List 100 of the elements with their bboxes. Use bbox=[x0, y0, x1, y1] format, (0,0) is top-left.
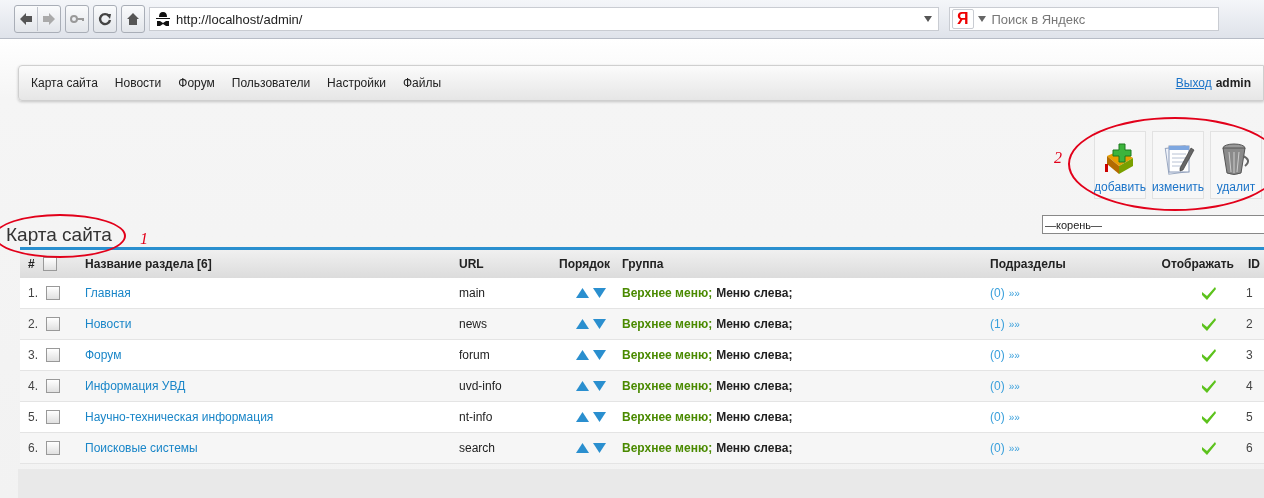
up-arrow-icon[interactable] bbox=[575, 443, 589, 453]
subsection-link[interactable]: »» bbox=[1008, 411, 1020, 423]
column-header[interactable]: Название раздела [6] bbox=[85, 257, 212, 271]
incognito-icon bbox=[156, 11, 170, 27]
row-checkbox[interactable] bbox=[46, 348, 60, 362]
row-checkbox[interactable] bbox=[46, 317, 60, 331]
subsection-count[interactable]: (0) bbox=[990, 410, 1005, 424]
down-arrow-icon[interactable] bbox=[592, 443, 606, 453]
id-text: 5 bbox=[1246, 410, 1253, 424]
page-title: Карта сайта bbox=[5, 224, 113, 247]
id-text: 1 bbox=[1246, 286, 1253, 300]
nav-link[interactable]: Форум bbox=[178, 76, 215, 90]
nav-link[interactable]: Карта сайта bbox=[31, 76, 98, 90]
down-arrow-icon[interactable] bbox=[592, 288, 606, 298]
group-label: Верхнее меню; bbox=[622, 379, 713, 393]
dropdown-icon[interactable] bbox=[924, 16, 932, 22]
group-label: Меню слева; bbox=[716, 286, 793, 300]
section-link[interactable]: Главная bbox=[85, 286, 131, 300]
column-header: URL bbox=[459, 257, 484, 271]
down-arrow-icon[interactable] bbox=[592, 350, 606, 360]
annotation-number: 2 bbox=[1054, 149, 1062, 167]
dropdown-icon[interactable] bbox=[977, 16, 986, 22]
row-checkbox[interactable] bbox=[46, 286, 60, 300]
checkmark-icon[interactable] bbox=[1202, 317, 1216, 331]
annotation-number: 1 bbox=[140, 230, 148, 248]
column-header: ID bbox=[1248, 257, 1260, 271]
search-field[interactable]: Я Поиск в Яндекс bbox=[949, 7, 1219, 31]
logout-link[interactable]: Выход bbox=[1175, 76, 1212, 90]
group-label: Верхнее меню; bbox=[622, 286, 713, 300]
row-number: 5. bbox=[28, 410, 38, 424]
up-arrow-icon[interactable] bbox=[575, 412, 589, 422]
group-label: Меню слева; bbox=[716, 410, 793, 424]
row-number: 2. bbox=[28, 317, 38, 331]
subsection-link[interactable]: »» bbox=[1008, 380, 1020, 392]
subsection-link[interactable]: »» bbox=[1008, 318, 1020, 330]
checkmark-icon[interactable] bbox=[1202, 379, 1216, 393]
url-text: forum bbox=[459, 348, 490, 362]
up-arrow-icon[interactable] bbox=[575, 350, 589, 360]
subsection-link[interactable]: »» bbox=[1008, 442, 1020, 454]
group-label: Меню слева; bbox=[716, 348, 793, 362]
url-text: main bbox=[459, 286, 485, 300]
down-arrow-icon[interactable] bbox=[592, 381, 606, 391]
search-engine-button[interactable]: Я bbox=[952, 9, 974, 29]
nav-link[interactable]: Новости bbox=[114, 76, 162, 90]
row-checkbox[interactable] bbox=[46, 379, 60, 393]
username: admin bbox=[1215, 76, 1251, 90]
checkmark-icon[interactable] bbox=[1202, 286, 1216, 300]
id-text: 3 bbox=[1246, 348, 1253, 362]
group-label: Верхнее меню; bbox=[622, 441, 713, 455]
subsection-link[interactable]: »» bbox=[1008, 349, 1020, 361]
section-link[interactable]: Поисковые системы bbox=[85, 441, 198, 455]
url-text: uvd-info bbox=[459, 379, 502, 393]
up-arrow-icon[interactable] bbox=[575, 381, 589, 391]
nav-link[interactable]: Пользователи bbox=[231, 76, 311, 90]
url-text: search bbox=[459, 441, 496, 455]
row-checkbox[interactable] bbox=[46, 410, 60, 424]
subsection-count[interactable]: (0) bbox=[990, 348, 1005, 362]
nav-link[interactable]: Файлы bbox=[402, 76, 442, 90]
url-text: nt-info bbox=[459, 410, 493, 424]
subsection-count[interactable]: (0) bbox=[990, 441, 1005, 455]
group-label: Меню слева; bbox=[716, 379, 793, 393]
subsection-count[interactable]: (0) bbox=[990, 286, 1005, 300]
down-arrow-icon[interactable] bbox=[592, 412, 606, 422]
subsection-link[interactable]: »» bbox=[1008, 287, 1020, 299]
section-link[interactable]: Новости bbox=[85, 317, 132, 331]
up-arrow-icon[interactable] bbox=[575, 288, 589, 298]
group-label: Верхнее меню; bbox=[622, 348, 713, 362]
checkmark-icon[interactable] bbox=[1202, 410, 1216, 424]
column-header: Порядок bbox=[559, 257, 611, 271]
address-field[interactable]: http://localhost/admin/ bbox=[149, 7, 939, 31]
group-label: Верхнее меню; bbox=[622, 317, 713, 331]
id-text: 6 bbox=[1246, 441, 1253, 455]
section-link[interactable]: Научно-техническая информация bbox=[85, 410, 274, 424]
row-number: 6. bbox=[28, 441, 38, 455]
group-label: Верхнее меню; bbox=[622, 410, 713, 424]
group-label: Меню слева; bbox=[716, 317, 793, 331]
subsection-count[interactable]: (1) bbox=[990, 317, 1005, 331]
down-arrow-icon[interactable] bbox=[592, 319, 606, 329]
subsection-count[interactable]: (0) bbox=[990, 379, 1005, 393]
checkmark-icon[interactable] bbox=[1202, 441, 1216, 455]
checkmark-icon[interactable] bbox=[1202, 348, 1216, 362]
column-header: Подразделы bbox=[990, 257, 1066, 271]
column-header: Отображать bbox=[1161, 257, 1234, 271]
row-number: 3. bbox=[28, 348, 38, 362]
section-link[interactable]: Форум bbox=[85, 348, 122, 362]
column-header: Группа bbox=[622, 257, 664, 271]
section-link[interactable]: Информация УВД bbox=[85, 379, 186, 393]
edit-button[interactable]: изменить bbox=[1152, 131, 1204, 199]
id-text: 4 bbox=[1246, 379, 1253, 393]
select-all-checkbox[interactable] bbox=[42, 257, 57, 271]
delete-button[interactable]: удалит bbox=[1210, 131, 1262, 199]
add-button[interactable]: добавить bbox=[1094, 131, 1146, 199]
url-text: news bbox=[459, 317, 487, 331]
row-number: 4. bbox=[28, 379, 38, 393]
group-label: Меню слева; bbox=[716, 441, 793, 455]
up-arrow-icon[interactable] bbox=[575, 319, 589, 329]
parent-select[interactable]: —корень— bbox=[1042, 215, 1264, 234]
row-checkbox[interactable] bbox=[46, 441, 60, 455]
id-text: 2 bbox=[1246, 317, 1253, 331]
nav-link[interactable]: Настройки bbox=[327, 76, 386, 90]
